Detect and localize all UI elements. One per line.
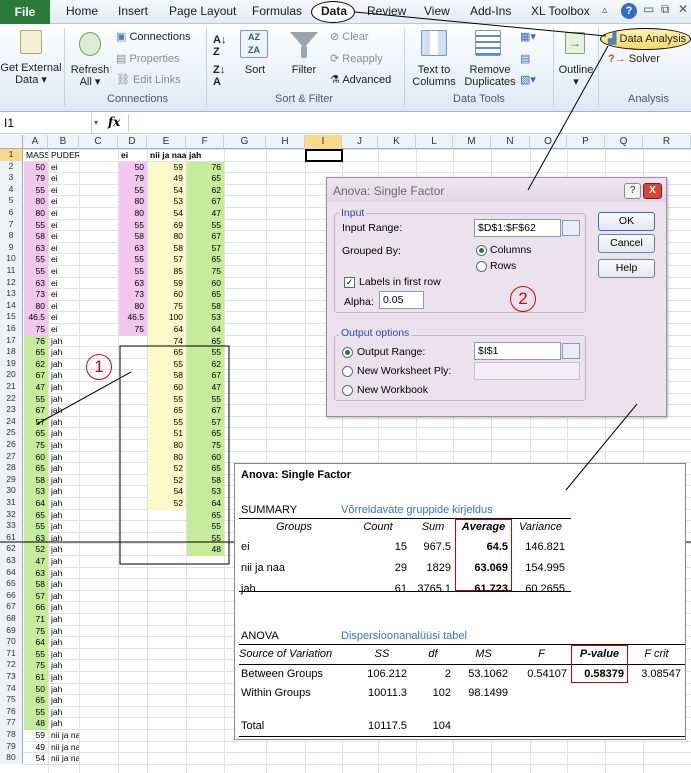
data-tab-to-analysis-line <box>354 11 607 37</box>
selection-outline <box>119 345 230 565</box>
annotation-marker-1: 1 <box>86 354 112 380</box>
dialog-to-output-line <box>565 403 638 491</box>
marker-1-line <box>36 371 132 425</box>
annotation-lines <box>0 11 691 565</box>
analysis-to-dialog-line <box>527 45 609 191</box>
